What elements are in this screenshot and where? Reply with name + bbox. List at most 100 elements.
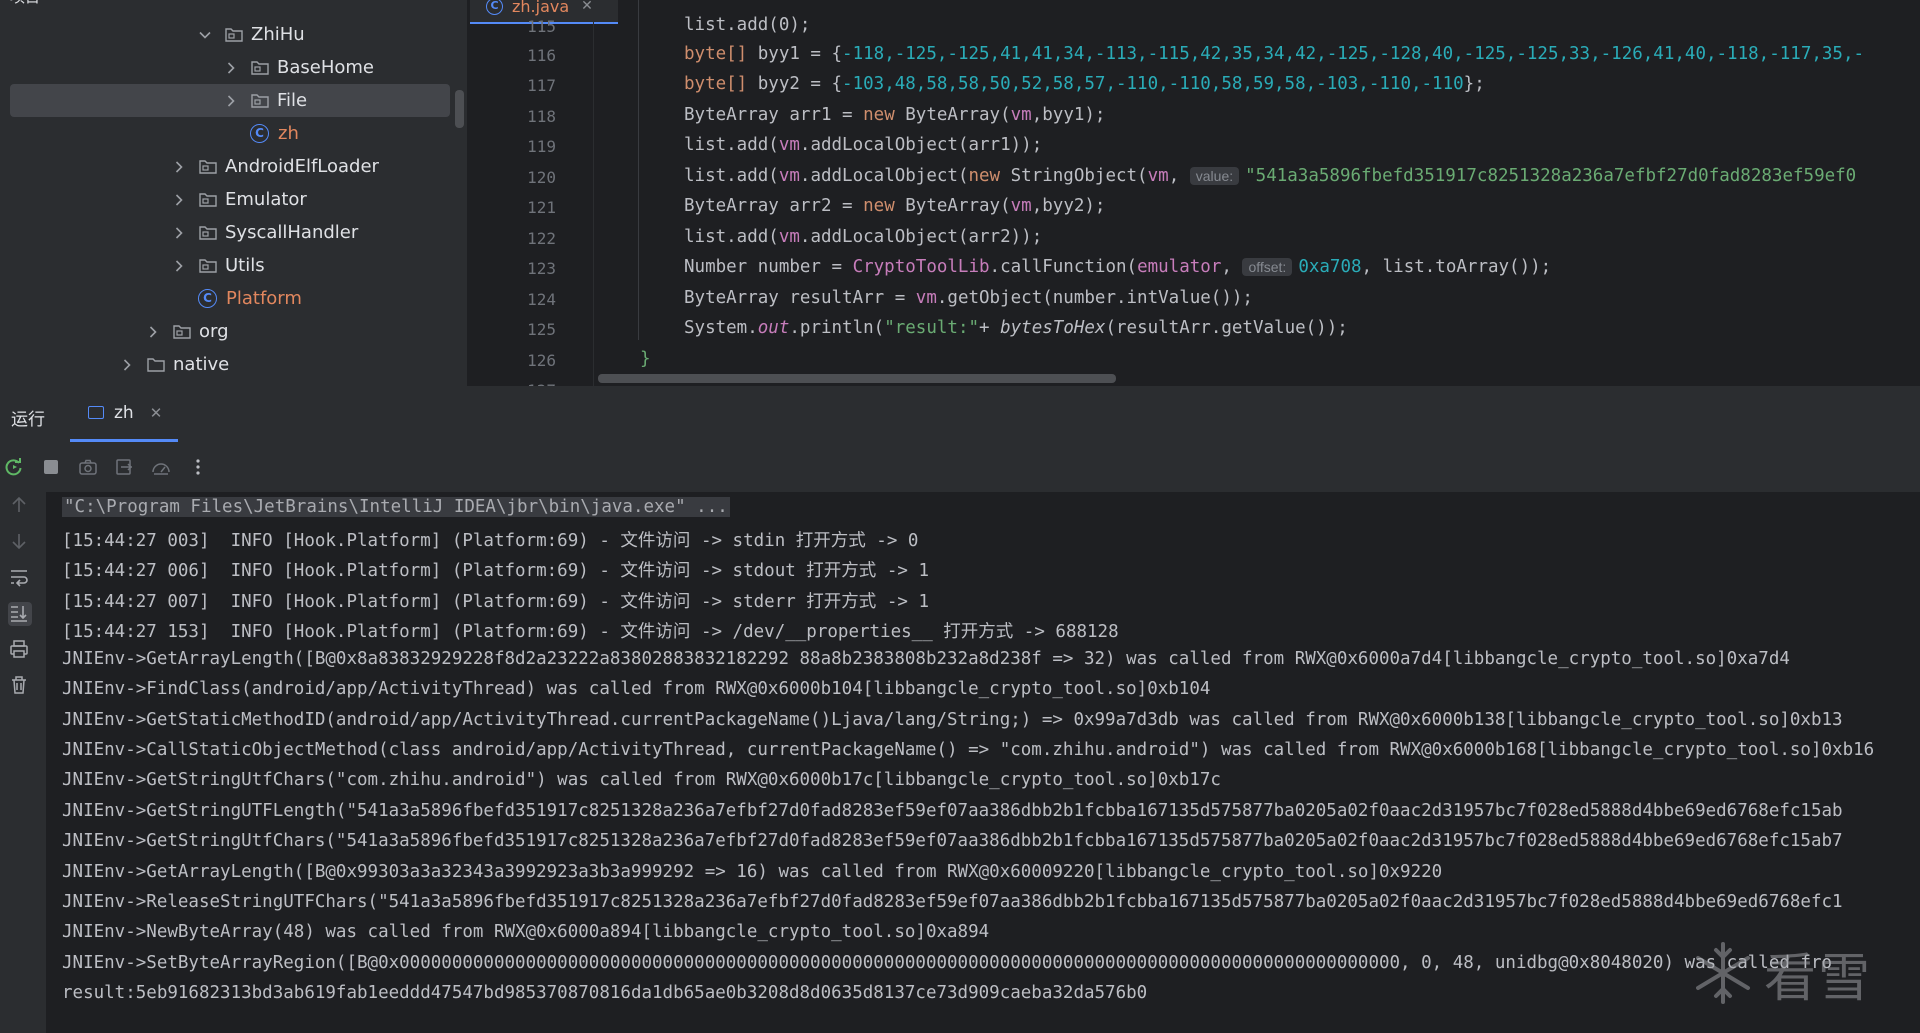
console-result-line: result:5eb91682313bd3ab619fab1eeddd47547…	[62, 983, 1148, 1003]
tree-item-native[interactable]: native	[0, 348, 467, 381]
print-icon[interactable]	[8, 638, 32, 662]
close-icon[interactable]: ✕	[581, 0, 593, 14]
string-literal: "541a3a5896fbefd351917c8251328a236a7efbf…	[1245, 166, 1857, 186]
folder-icon	[198, 158, 218, 176]
indent-guide	[638, 0, 639, 340]
code-line-116[interactable]: byte[] byy1 = {-118,-125,-125,41,41,34,-…	[684, 44, 1864, 64]
code-text: ,	[1168, 166, 1190, 186]
code-text: .getObject(number.intValue());	[936, 288, 1253, 308]
code-text: ByteArray arr1 =	[684, 105, 864, 125]
chevron-right-icon[interactable]	[172, 259, 186, 273]
class-token: CryptoToolLib	[852, 257, 990, 277]
code-text: ByteArray(	[894, 196, 1011, 216]
tree-item-androidelfloader[interactable]: AndroidElfLoader	[0, 150, 467, 183]
field-token: vm	[778, 227, 800, 247]
trash-icon[interactable]	[8, 674, 32, 698]
rerun-icon[interactable]	[4, 456, 25, 478]
run-tab-label: zh	[114, 402, 134, 423]
console-line: JNIEnv->CallStaticObjectMethod(class and…	[62, 740, 1875, 760]
close-icon[interactable]: ✕	[150, 404, 163, 422]
tree-item-zhihu[interactable]: ZhiHu	[0, 18, 467, 51]
code-text: , list.toArray());	[1361, 257, 1552, 277]
console-output[interactable]: "C:\Program Files\JetBrains\IntelliJ IDE…	[46, 492, 1920, 1033]
folder-icon	[198, 257, 218, 275]
tree-item-platform[interactable]: C Platform	[0, 282, 467, 315]
chevron-right-icon[interactable]	[146, 325, 160, 339]
editor-tab-label: zh.java	[512, 0, 570, 16]
chevron-right-icon[interactable]	[172, 226, 186, 240]
code-line-115[interactable]: list.add(0);	[684, 15, 810, 35]
more-options-icon[interactable]	[187, 456, 208, 478]
line-number: 119	[527, 137, 556, 156]
parameter-hint: offset:	[1242, 258, 1293, 276]
field-token: vm	[1147, 166, 1169, 186]
profiler-icon[interactable]	[151, 456, 172, 478]
code-text: list.add(0);	[684, 15, 811, 35]
code-text: .addLocalObject(arr1));	[799, 135, 1043, 155]
console-line: JNIEnv->GetStaticMethodID(android/app/Ac…	[62, 710, 1843, 730]
console-line: JNIEnv->GetArrayLength([B@0x99303a3a3234…	[62, 862, 1443, 882]
code-text: ByteArray arr2 =	[684, 196, 864, 216]
scroll-to-end-icon[interactable]	[8, 602, 32, 626]
code-text: .addLocalObject(arr2));	[799, 227, 1043, 247]
code-text: list.add(	[684, 135, 779, 155]
arrow-down-icon[interactable]	[8, 530, 32, 554]
tree-item-label: zh	[278, 123, 299, 144]
chevron-right-icon[interactable]	[224, 94, 238, 108]
code-text: };	[1463, 74, 1485, 94]
stop-icon[interactable]	[41, 456, 62, 478]
code-line-121[interactable]: ByteArray arr2 = new ByteArray(vm,byy2);	[684, 196, 1105, 216]
tree-item-syscallhandler[interactable]: SyscallHandler	[0, 216, 467, 249]
code-text: byy2 = {	[747, 74, 843, 94]
java-class-icon: C	[198, 289, 217, 308]
console-line: [15:44:27 153] INFO [Hook.Platform] (Pla…	[62, 622, 1119, 642]
folder-icon	[198, 224, 218, 242]
console-line: JNIEnv->SetByteArrayRegion([B@0x00000000…	[62, 953, 1833, 973]
tree-scrollbar[interactable]	[455, 90, 464, 128]
code-text: .addLocalObject(	[799, 166, 969, 186]
tree-item-org[interactable]: org	[0, 315, 467, 348]
arrow-up-icon[interactable]	[8, 494, 32, 518]
code-line-123[interactable]: Number number = CryptoToolLib.callFuncti…	[684, 257, 1551, 277]
code-line-119[interactable]: list.add(vm.addLocalObject(arr1));	[684, 135, 1042, 155]
code-text: }	[640, 349, 651, 369]
code-editor[interactable]: C zh.java ✕ 115 116 117 118 119 120 121 …	[468, 0, 1920, 386]
camera-icon[interactable]	[77, 456, 98, 478]
keyword-token: byte[]	[684, 44, 748, 64]
java-class-icon: C	[486, 0, 503, 15]
tree-item-emulator[interactable]: Emulator	[0, 183, 467, 216]
code-text: (resultArr.getValue());	[1105, 318, 1348, 338]
editor-horizontal-scrollbar[interactable]	[598, 374, 1116, 383]
tree-item-basehome[interactable]: BaseHome	[0, 51, 467, 84]
chevron-right-icon[interactable]	[172, 193, 186, 207]
code-line-120[interactable]: list.add(vm.addLocalObject(new StringObj…	[684, 166, 1856, 186]
tree-item-file[interactable]: File	[10, 84, 450, 117]
code-line-118[interactable]: ByteArray arr1 = new ByteArray(vm,byy1);	[684, 105, 1105, 125]
folder-icon	[172, 323, 192, 341]
code-line-117[interactable]: byte[] byy2 = {-103,48,58,58,50,52,58,57…	[684, 74, 1485, 94]
watermark-logo: 看雪	[1688, 935, 1920, 1011]
chevron-right-icon[interactable]	[120, 358, 134, 372]
line-number: 116	[527, 46, 556, 65]
run-tab-zh[interactable]: zh ✕	[70, 386, 178, 442]
code-line-124[interactable]: ByteArray resultArr = vm.getObject(numbe…	[684, 288, 1253, 308]
number-literal: -103,48,58,58,50,52,58,57,-110,-110,58,5…	[842, 74, 1464, 94]
exit-icon[interactable]	[114, 456, 135, 478]
string-literal: "result:"	[884, 318, 980, 338]
line-number: 124	[527, 290, 556, 309]
chevron-right-icon[interactable]	[224, 61, 238, 75]
code-line-125[interactable]: System.out.println("result:"+ bytesToHex…	[684, 318, 1348, 338]
code-text: +	[979, 318, 1001, 338]
chevron-right-icon[interactable]	[172, 160, 186, 174]
code-text: ,byy2);	[1031, 196, 1106, 216]
tree-item-zh[interactable]: C zh	[0, 117, 467, 150]
code-text: StringObject(	[1000, 166, 1148, 186]
tree-item-label: Utils	[225, 255, 265, 276]
code-line-126[interactable]: }	[640, 349, 651, 369]
chevron-down-icon[interactable]	[198, 28, 212, 42]
soft-wrap-icon[interactable]	[8, 566, 32, 590]
console-line: JNIEnv->FindClass(android/app/ActivityTh…	[62, 679, 1211, 699]
keyword-token: byte[]	[684, 74, 748, 94]
tree-item-utils[interactable]: Utils	[0, 249, 467, 282]
code-line-122[interactable]: list.add(vm.addLocalObject(arr2));	[684, 227, 1042, 247]
